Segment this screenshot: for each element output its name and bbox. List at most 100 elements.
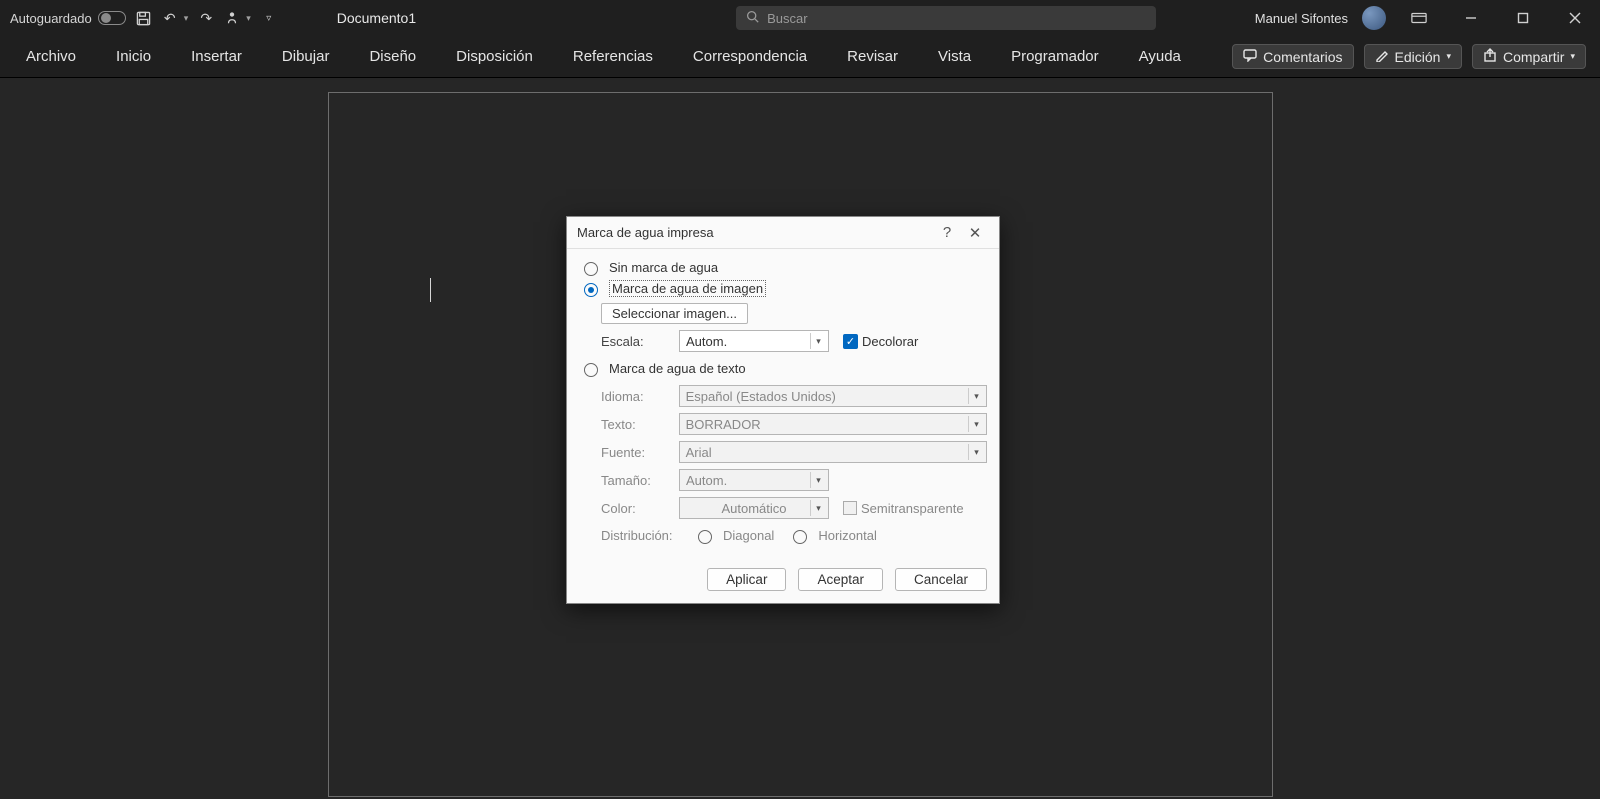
- size-value: Autom.: [686, 473, 727, 488]
- color-value: Automático: [721, 501, 786, 516]
- help-icon[interactable]: ?: [933, 224, 961, 241]
- radio-text-watermark-label: Marca de agua de texto: [609, 361, 746, 376]
- scale-value: Autom.: [686, 334, 727, 349]
- tab-disposicion[interactable]: Disposición: [444, 42, 545, 71]
- tab-ayuda[interactable]: Ayuda: [1127, 42, 1193, 71]
- comments-label: Comentarios: [1263, 49, 1342, 65]
- redo-icon[interactable]: ↷: [198, 10, 214, 26]
- tab-diseno[interactable]: Diseño: [357, 42, 428, 71]
- radio-diagonal-label: Diagonal: [723, 528, 774, 543]
- comments-button[interactable]: Comentarios: [1232, 44, 1353, 69]
- cancel-button[interactable]: Cancelar: [895, 568, 987, 591]
- close-icon[interactable]: ✕: [961, 224, 989, 242]
- autosave-label: Autoguardado: [10, 11, 92, 26]
- dialog-footer: Aplicar Aceptar Cancelar: [567, 558, 999, 603]
- size-combo[interactable]: Autom. ▾: [679, 469, 829, 491]
- dialog-titlebar[interactable]: Marca de agua impresa ? ✕: [567, 217, 999, 249]
- radio-horizontal[interactable]: Horizontal: [788, 525, 877, 546]
- user-name[interactable]: Manuel Sifontes: [1255, 11, 1348, 26]
- ok-button[interactable]: Aceptar: [798, 568, 883, 591]
- radio-image-watermark-input[interactable]: [584, 283, 598, 297]
- chevron-down-icon: ▾: [1570, 51, 1575, 62]
- chevron-down-icon[interactable]: ▾: [810, 500, 826, 516]
- search-placeholder: Buscar: [767, 11, 807, 26]
- tab-vista[interactable]: Vista: [926, 42, 983, 71]
- select-image-button[interactable]: Seleccionar imagen...: [601, 303, 748, 324]
- tab-dibujar[interactable]: Dibujar: [270, 42, 342, 71]
- text-label: Texto:: [601, 417, 679, 432]
- layout-label: Distribución:: [601, 528, 679, 543]
- chevron-down-icon[interactable]: ▾: [968, 444, 984, 460]
- avatar[interactable]: [1362, 6, 1386, 30]
- chevron-down-icon[interactable]: ▾: [968, 388, 984, 404]
- radio-diagonal[interactable]: Diagonal: [693, 525, 774, 546]
- search-box[interactable]: Buscar: [736, 6, 1156, 30]
- qat-more-icon[interactable]: ▿: [261, 10, 277, 26]
- radio-text-watermark[interactable]: Marca de agua de texto: [579, 358, 987, 379]
- apply-button[interactable]: Aplicar: [707, 568, 786, 591]
- text-value: BORRADOR: [686, 417, 761, 432]
- touch-caret-icon[interactable]: ▾: [246, 13, 251, 24]
- semitransparent-checkbox[interactable]: [843, 501, 857, 515]
- share-icon: [1483, 48, 1497, 65]
- maximize-icon[interactable]: [1504, 3, 1542, 33]
- color-combo[interactable]: Automático ▾: [679, 497, 829, 519]
- font-value: Arial: [686, 445, 712, 460]
- scale-combo[interactable]: Autom. ▾: [679, 330, 829, 352]
- radio-diagonal-input[interactable]: [698, 530, 712, 544]
- radio-image-watermark[interactable]: Marca de agua de imagen: [579, 278, 987, 299]
- chevron-down-icon[interactable]: ▾: [810, 333, 826, 349]
- font-label: Fuente:: [601, 445, 679, 460]
- font-combo[interactable]: Arial ▾: [679, 441, 987, 463]
- color-label: Color:: [601, 501, 679, 516]
- tab-correspondencia[interactable]: Correspondencia: [681, 42, 819, 71]
- size-label: Tamaño:: [601, 473, 679, 488]
- editing-button[interactable]: Edición ▾: [1364, 44, 1462, 69]
- tab-inicio[interactable]: Inicio: [104, 42, 163, 71]
- language-combo[interactable]: Español (Estados Unidos) ▾: [679, 385, 987, 407]
- tab-revisar[interactable]: Revisar: [835, 42, 910, 71]
- radio-horizontal-input[interactable]: [793, 530, 807, 544]
- tab-programador[interactable]: Programador: [999, 42, 1111, 71]
- semitransparent-label: Semitransparente: [861, 501, 964, 516]
- language-value: Español (Estados Unidos): [686, 389, 836, 404]
- minimize-icon[interactable]: [1452, 3, 1490, 33]
- dialog-title: Marca de agua impresa: [577, 225, 714, 240]
- chevron-down-icon[interactable]: ▾: [810, 472, 826, 488]
- watermark-dialog: Marca de agua impresa ? ✕ Sin marca de a…: [566, 216, 1000, 604]
- radio-no-watermark-label: Sin marca de agua: [609, 260, 718, 275]
- washout-label: Decolorar: [862, 334, 918, 349]
- radio-horizontal-label: Horizontal: [818, 528, 877, 543]
- editing-label: Edición: [1395, 49, 1441, 65]
- tab-insertar[interactable]: Insertar: [179, 42, 254, 71]
- radio-text-watermark-input[interactable]: [584, 363, 598, 377]
- share-label: Compartir: [1503, 49, 1564, 65]
- search-icon: [746, 10, 759, 26]
- share-button[interactable]: Compartir ▾: [1472, 44, 1586, 69]
- autosave-toggle[interactable]: Autoguardado: [10, 11, 126, 26]
- language-label: Idioma:: [601, 389, 679, 404]
- text-combo[interactable]: BORRADOR ▾: [679, 413, 987, 435]
- undo-caret-icon[interactable]: ▾: [184, 13, 189, 24]
- touch-icon[interactable]: [224, 10, 240, 26]
- radio-image-watermark-label: Marca de agua de imagen: [609, 280, 766, 297]
- scale-label: Escala:: [601, 334, 679, 349]
- radio-no-watermark-input[interactable]: [584, 262, 598, 276]
- title-bar: Autoguardado ↶▾ ↷ ▾ ▿ Documento1 Buscar …: [0, 0, 1600, 36]
- document-title: Documento1: [337, 10, 416, 26]
- comment-icon: [1243, 48, 1257, 65]
- chevron-down-icon[interactable]: ▾: [968, 416, 984, 432]
- save-icon[interactable]: [136, 10, 152, 26]
- undo-icon[interactable]: ↶: [162, 10, 178, 26]
- washout-checkbox[interactable]: ✓: [843, 334, 858, 349]
- tab-archivo[interactable]: Archivo: [14, 42, 88, 71]
- pencil-icon: [1375, 48, 1389, 65]
- radio-no-watermark[interactable]: Sin marca de agua: [579, 257, 987, 278]
- toggle-track[interactable]: [98, 11, 126, 25]
- ribbon-tabs: Archivo Inicio Insertar Dibujar Diseño D…: [0, 36, 1600, 78]
- text-cursor: [430, 278, 431, 302]
- tab-referencias[interactable]: Referencias: [561, 42, 665, 71]
- ribbon-display-icon[interactable]: [1400, 3, 1438, 33]
- chevron-down-icon: ▾: [1446, 51, 1451, 62]
- close-icon[interactable]: [1556, 3, 1594, 33]
